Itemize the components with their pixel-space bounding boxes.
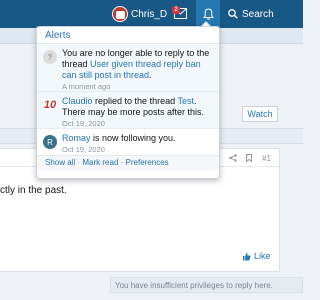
- insufficient-privileges-notice: You have insufficient privileges to repl…: [110, 277, 303, 293]
- preferences-link[interactable]: Preferences: [126, 158, 169, 167]
- alert-item[interactable]: 10 Claudio replied to the thread Test. T…: [37, 92, 219, 129]
- alert-item[interactable]: ? You are no longer able to reply to the…: [37, 44, 219, 92]
- avatar[interactable]: 10: [43, 98, 57, 112]
- user-avatar: [112, 6, 128, 22]
- like-label: Like: [254, 251, 271, 261]
- alert-text: Romay is now following you.: [62, 133, 213, 144]
- thumbs-up-icon: [243, 252, 251, 260]
- mark-read-link[interactable]: Mark read: [82, 158, 118, 167]
- alert-user-link[interactable]: Claudio: [62, 96, 93, 106]
- bookmark-icon[interactable]: [246, 154, 252, 162]
- user-account-link[interactable]: Chris_D: [112, 4, 167, 24]
- share-icon[interactable]: [229, 154, 237, 162]
- alert-text: You are no longer able to reply to the t…: [62, 48, 213, 81]
- search-icon: [228, 9, 238, 19]
- alert-item[interactable]: R Romay is now following you. Oct 19, 20…: [37, 129, 219, 156]
- alert-message-end: .: [149, 70, 152, 80]
- alerts-menu-footer: Show all · Mark read · Preferences: [37, 156, 219, 171]
- search-button[interactable]: Search: [228, 4, 274, 24]
- alerts-dropdown: Alerts ? You are no longer able to reply…: [36, 26, 220, 179]
- show-all-link[interactable]: Show all: [45, 158, 75, 167]
- question-mark-icon: ?: [43, 50, 57, 64]
- footer-separator: ·: [120, 158, 124, 167]
- alert-user-link[interactable]: Romay: [62, 133, 91, 143]
- like-button[interactable]: Like: [242, 251, 271, 261]
- footer-separator: ·: [77, 158, 81, 167]
- watch-button[interactable]: Watch: [242, 106, 278, 122]
- post-number[interactable]: #1: [262, 154, 271, 163]
- alert-message: is now following you.: [90, 133, 176, 143]
- alert-thread-link[interactable]: Test: [177, 96, 194, 106]
- post-body-text: ctly in the past.: [0, 185, 67, 196]
- alert-message: replied to the thread: [92, 96, 178, 106]
- alert-text: Claudio replied to the thread Test. Ther…: [62, 96, 213, 118]
- search-label: Search: [242, 8, 274, 20]
- alerts-menu-title[interactable]: Alerts: [37, 27, 219, 44]
- inbox-count-badge: 2: [172, 6, 180, 14]
- bell-icon: [202, 8, 214, 20]
- top-navbar: Chris_D 2 Search: [0, 0, 303, 28]
- alert-time: Oct 19, 2020: [62, 119, 105, 128]
- alert-time: Oct 19, 2020: [62, 145, 105, 154]
- avatar[interactable]: R: [43, 135, 57, 149]
- alert-time: A moment ago: [62, 82, 111, 91]
- inbox-button[interactable]: 2: [172, 6, 190, 22]
- username-label: Chris_D: [131, 8, 168, 20]
